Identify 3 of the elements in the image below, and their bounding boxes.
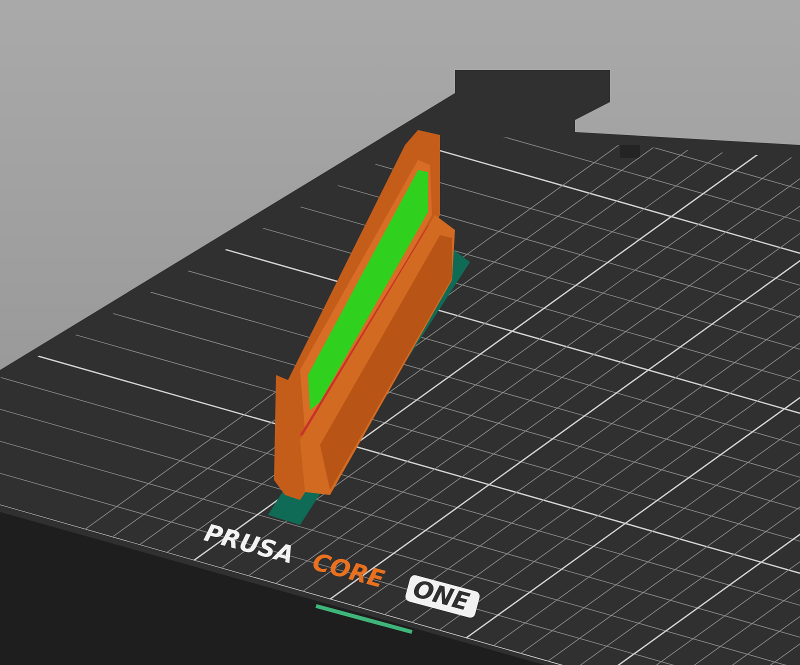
model-logo-text: CORE — [310, 548, 388, 594]
brand-logo-text: PRUSA — [201, 518, 297, 570]
variant-logo-badge: ONE — [404, 574, 481, 619]
